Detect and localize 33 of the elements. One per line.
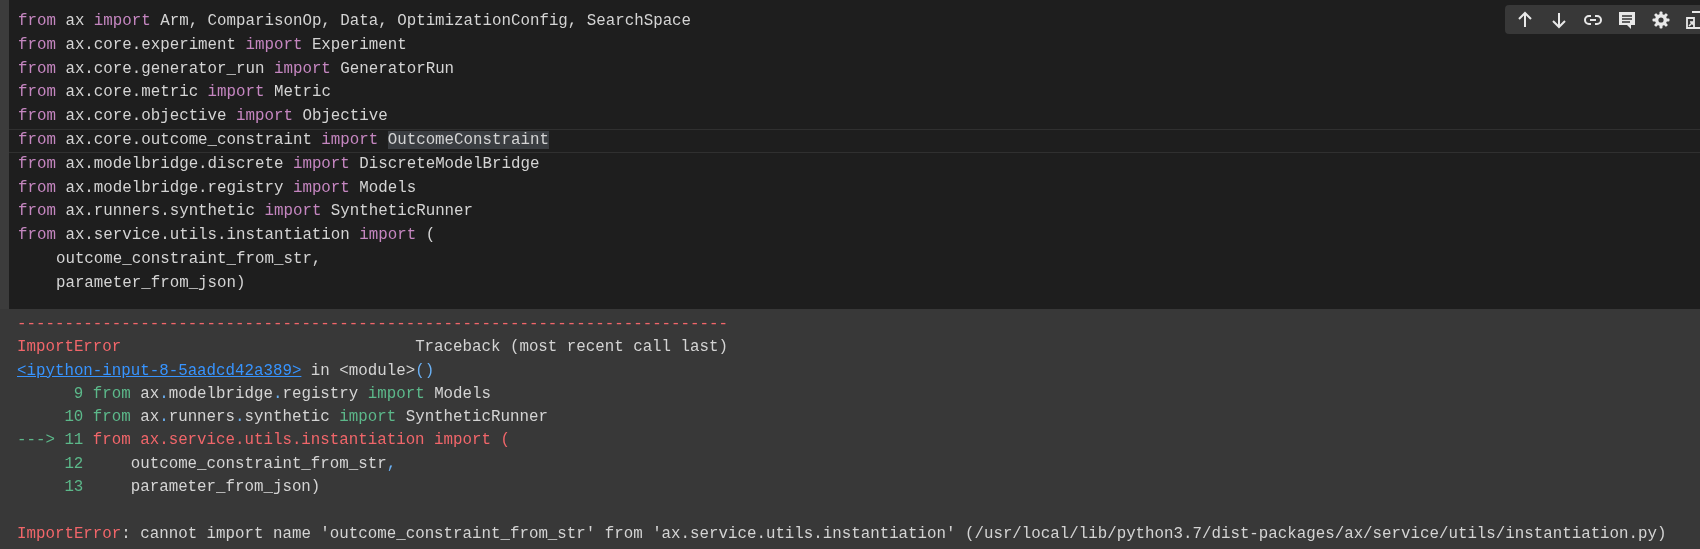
line-number: 11	[64, 430, 84, 452]
traceback-code-line: parameter_from_json)	[129, 477, 321, 499]
code-line: from ax.modelbridge.discrete import DiscreteModelBridge	[18, 153, 540, 175]
current-line-arrow: --->	[17, 431, 55, 450]
settings-icon[interactable]	[1651, 9, 1671, 30]
code-line: from ax.core.objective import Objective	[18, 106, 388, 128]
code-line: from ax.modelbridge.registry import Models	[18, 177, 417, 199]
comment-icon[interactable]	[1617, 9, 1637, 30]
traceback-link[interactable]: <ipython-input-8-5aadcd42a389>	[17, 361, 302, 380]
line-number: 13	[64, 477, 84, 499]
code-line: from ax import Arm, ComparisonOp, Data, OptimizationConfig, SearchSpace	[18, 11, 692, 32]
traceback-code-line: from ax.service.utils.instantiation import (	[92, 430, 510, 452]
code-line: parameter_from_json)	[54, 272, 246, 294]
mirror-cell-icon[interactable]	[1685, 9, 1700, 30]
error-name: ImportError	[17, 337, 122, 359]
code-line: outcome_constraint_from_str,	[54, 248, 322, 270]
traceback-code-line: outcome_constraint_from_str,	[129, 453, 397, 475]
code-line: from ax.core.generator_run import GeneratorRun	[18, 58, 455, 80]
line-number: 9	[72, 383, 84, 405]
code-line: from ax.runners.synthetic import SyntheticRunner	[18, 201, 474, 223]
traceback-code-line: from ax.runners.synthetic import SyntheticRunner	[92, 407, 548, 429]
code-line: from ax.core.metric import Metric	[18, 82, 331, 104]
code-line: from ax.core.outcome_constraint import OutcomeConstraint	[18, 130, 549, 151]
line-number: 10	[64, 407, 84, 429]
code-line: from ax.core.experiment import Experiment	[18, 34, 407, 56]
line-number: 12	[64, 453, 84, 475]
code-line: from ax.service.utils.instantiation import (	[18, 225, 436, 247]
traceback-location: <ipython-input-8-5aadcd42a389> in <module>()	[17, 360, 436, 382]
code-cell[interactable]	[0, 0, 1700, 309]
traceback-title: Traceback (most recent call last)	[415, 337, 728, 359]
traceback-code-line: from ax.modelbridge.registry import Models	[92, 383, 491, 405]
separator-line: ---------------------------------------------------------------------------	[17, 314, 729, 335]
error-message: ImportError: cannot import name 'outcome_constraint_from_str' from 'ax.service.utils.instantiation' (/usr/local/lib/python3.7/dist-packages/ax/service/utils/instantiation.py)	[17, 523, 1668, 545]
